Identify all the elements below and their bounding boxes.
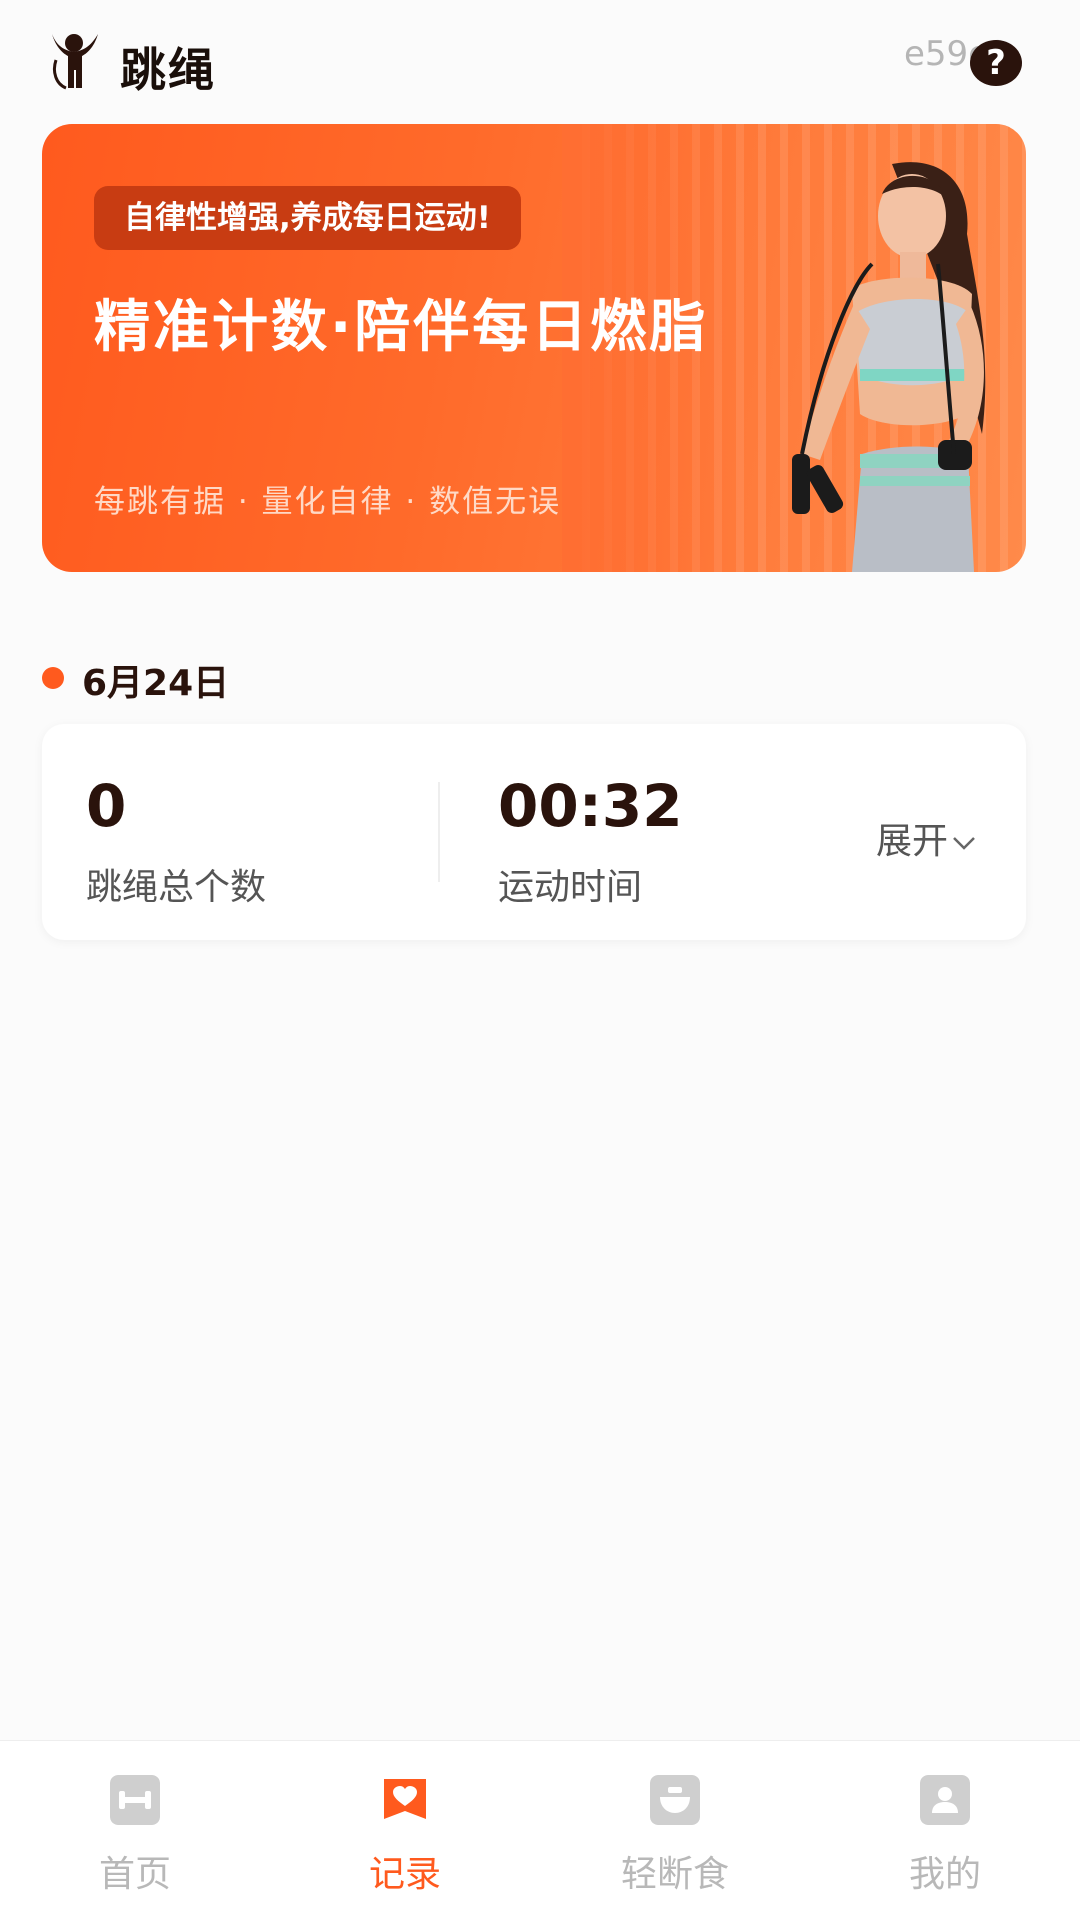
nav-label-records: 记录 xyxy=(368,1854,441,1895)
date-label: 6月24日 xyxy=(82,663,230,704)
profile-icon xyxy=(920,1775,970,1825)
expand-label: 展开 xyxy=(876,821,949,862)
daily-stats-card: 0 跳绳总个数 00:32 运动时间 展开 xyxy=(42,724,1026,940)
promo-banner[interactable]: 自律性增强,养成每日运动! 精准计数·陪伴每日燃脂 每跳有据 · 量化自律 · … xyxy=(42,124,1026,572)
athlete-illustration xyxy=(792,162,986,572)
nav-item-home[interactable]: 首页 xyxy=(0,1741,270,1921)
bottom-nav: 首页 记录 轻断食 我的 xyxy=(0,1740,1080,1921)
chevron-down-icon xyxy=(953,837,975,850)
duration-value: 00:32 xyxy=(498,772,683,840)
dumbbell-icon xyxy=(110,1775,160,1825)
date-dot-icon xyxy=(42,667,64,689)
nav-item-profile[interactable]: 我的 xyxy=(810,1741,1080,1921)
duration-label: 运动时间 xyxy=(498,867,643,908)
app-title: 跳绳 xyxy=(120,43,216,97)
stat-divider xyxy=(438,782,440,882)
banner-headline: 精准计数·陪伴每日燃脂 xyxy=(94,295,709,360)
expand-button[interactable]: 展开 xyxy=(876,812,978,864)
heart-record-icon xyxy=(384,1779,426,1819)
banner-tagline: 每跳有据 · 量化自律 · 数值无误 xyxy=(94,484,562,520)
nav-label-home: 首页 xyxy=(98,1854,171,1895)
banner-pill: 自律性增强,养成每日运动! xyxy=(94,186,521,250)
nav-label-profile: 我的 xyxy=(908,1854,981,1895)
jump-count-label: 跳绳总个数 xyxy=(86,867,267,908)
jump-count-value: 0 xyxy=(86,772,127,840)
app-header: 跳绳 e59c8 ? xyxy=(0,0,1080,120)
nav-label-fasting: 轻断食 xyxy=(620,1854,729,1895)
app-logo-icon xyxy=(52,34,98,90)
help-icon[interactable]: ? xyxy=(970,40,1022,86)
nav-item-records[interactable]: 记录 xyxy=(270,1741,540,1921)
nav-item-fasting[interactable]: 轻断食 xyxy=(540,1741,810,1921)
food-bowl-icon xyxy=(650,1775,700,1825)
